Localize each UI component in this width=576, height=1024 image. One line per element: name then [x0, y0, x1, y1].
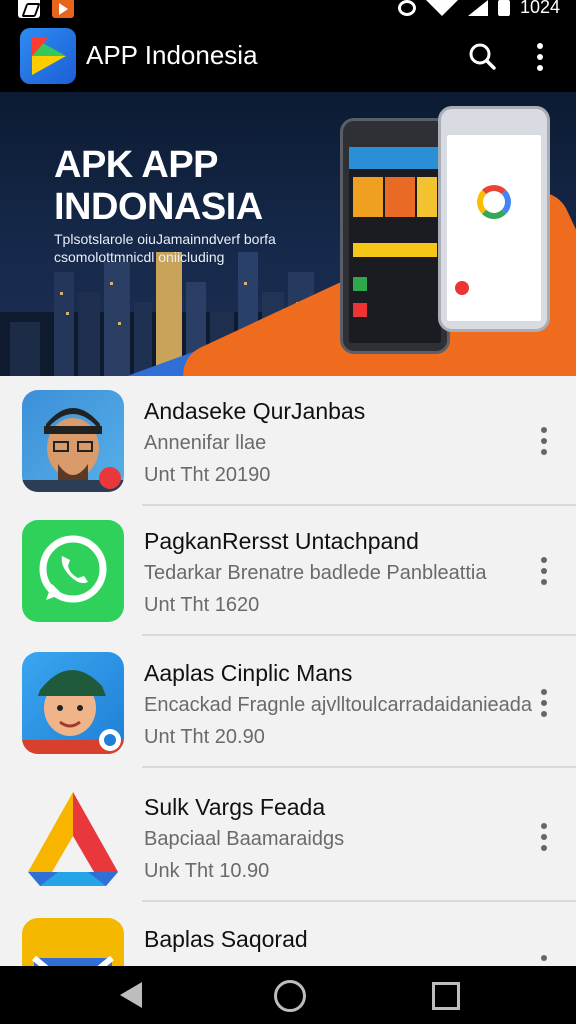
app-meta: Unt Tht 1620 — [144, 594, 260, 616]
phone-mockup-image — [340, 118, 450, 354]
banner-subtitle: Tplsotslarole oiuJamainndverf borfa csom… — [54, 231, 276, 265]
more-vert-icon[interactable] — [536, 426, 552, 456]
settings-icon — [397, 0, 416, 16]
app-logo-icon — [20, 28, 76, 84]
list-item[interactable]: PagkanRersst Untachpand Tedarkar Brenatr… — [0, 506, 576, 636]
notification-play-icon — [52, 0, 74, 18]
app-title: Andaseke QurJanbas — [144, 398, 366, 424]
mail-icon — [22, 918, 124, 966]
promo-banner[interactable]: APK APP INDONASIA Tplsotslarole oiuJamai… — [0, 92, 576, 376]
app-list: Andaseke QurJanbas Annenifar llae Unt Th… — [0, 376, 576, 966]
avatar-cartoon-icon — [22, 652, 124, 754]
app-subtitle: Tedarkar Brenatre badlede Panbleattia — [144, 562, 487, 584]
more-vert-icon[interactable] — [536, 556, 552, 586]
app-meta: Unt Tht 20.90 — [144, 726, 265, 748]
app-meta: Unk Tht 10.90 — [144, 860, 270, 882]
search-icon[interactable] — [468, 42, 496, 70]
signal-icon — [467, 0, 488, 16]
system-nav-bar — [0, 966, 576, 1024]
status-bar: 1024 — [0, 0, 576, 20]
app-subtitle: Encackad Fragnle ajvlltoulcarradaidaniea… — [144, 694, 533, 716]
app-title: PagkanRersst Untachpand — [144, 528, 419, 554]
app-subtitle: Annenifar llae — [144, 432, 267, 454]
notification-app-icon — [18, 0, 40, 18]
status-time: 1024 — [519, 0, 560, 17]
avatar-cap-man-icon — [22, 390, 124, 492]
recents-icon[interactable] — [432, 982, 460, 1010]
phone-mockup-image — [438, 106, 550, 332]
list-item[interactable]: Aaplas Cinplic Mans Encackad Fragnle ajv… — [0, 638, 576, 768]
list-item[interactable]: Sulk Vargs Feada Bapciaal Baamaraidgs Un… — [0, 772, 576, 902]
wifi-icon — [425, 0, 458, 16]
app-title: Aaplas Cinplic Mans — [144, 660, 353, 686]
drive-triangle-icon — [22, 786, 124, 888]
app-meta: Unt Tht 20190 — [144, 464, 271, 486]
more-vert-icon[interactable] — [536, 822, 552, 852]
home-icon[interactable] — [274, 980, 306, 1012]
battery-icon — [497, 0, 510, 16]
whatsapp-icon — [22, 520, 124, 622]
more-vert-icon[interactable] — [536, 954, 552, 966]
app-bar: APP Indonesia — [0, 20, 576, 92]
banner-title: APK APP INDONASIA — [54, 144, 263, 228]
app-subtitle: Bapciaal Baamaraidgs — [144, 828, 345, 850]
list-item[interactable]: Baplas Saqorad — [0, 904, 576, 966]
app-title: Baplas Saqorad — [144, 926, 308, 952]
app-title: Sulk Vargs Feada — [144, 794, 326, 820]
list-item[interactable]: Andaseke QurJanbas Annenifar llae Unt Th… — [0, 376, 576, 506]
back-icon[interactable] — [120, 982, 142, 1008]
more-vert-icon[interactable] — [528, 42, 552, 72]
google-logo-icon — [477, 185, 511, 219]
page-title: APP Indonesia — [86, 40, 258, 70]
more-vert-icon[interactable] — [536, 688, 552, 718]
